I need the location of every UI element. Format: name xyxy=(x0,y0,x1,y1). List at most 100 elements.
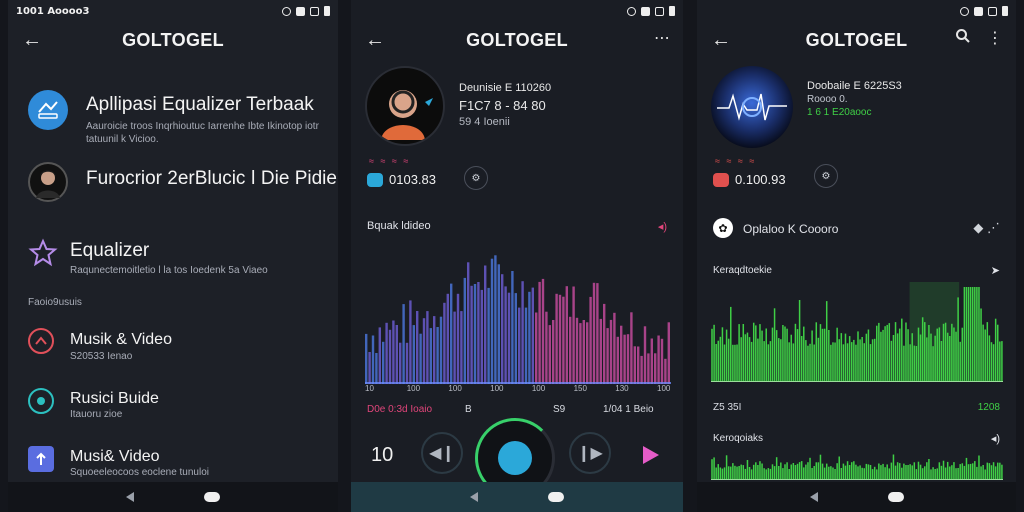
list-item-subtitle: Squoeeleocoos eoclene tunuloi xyxy=(70,467,209,478)
battery-icon xyxy=(669,6,675,16)
equalizer1-label: Keraqdtoekie xyxy=(713,265,772,276)
send-icon[interactable]: ➤ xyxy=(991,264,1000,277)
spectrum-bar xyxy=(399,342,402,384)
spectrum-bar xyxy=(416,311,419,384)
spectrum-bar xyxy=(596,283,599,384)
spectrum-bar xyxy=(436,327,439,384)
spectrum-bar xyxy=(412,325,415,384)
music-guide-icon xyxy=(28,388,54,414)
spectrum-bar xyxy=(565,286,568,384)
spectrum-bar xyxy=(375,353,378,384)
list-item-title[interactable]: Apllipasi Equalizer Terbaak xyxy=(86,94,314,116)
time-pill[interactable]: 0103.83 xyxy=(367,172,436,187)
spectrum-bar xyxy=(460,311,463,384)
list-item-title[interactable]: Rusici Buide xyxy=(70,390,159,408)
spectrum-bar xyxy=(419,333,422,384)
share-icon[interactable]: ◆ ⋰ xyxy=(973,220,1000,236)
spectrum-bar xyxy=(433,316,436,384)
time-value: 0103.83 xyxy=(389,172,436,187)
send-icon[interactable]: ◂) xyxy=(991,432,1000,445)
alarm-icon xyxy=(627,6,636,16)
sound-icon[interactable]: ◂) xyxy=(658,220,667,233)
spectrum-bar xyxy=(586,322,589,384)
album-art xyxy=(711,66,793,148)
signal-icon xyxy=(655,6,664,16)
option-label[interactable]: Oplaloo K Coooro xyxy=(743,222,838,236)
spectrum-bar xyxy=(616,336,619,384)
search-icon[interactable] xyxy=(952,28,974,50)
x-tick-label: 100 xyxy=(657,384,671,393)
settings-icon[interactable]: ⚙ xyxy=(814,164,838,188)
nav-back-icon[interactable] xyxy=(126,492,134,502)
spectrum-bar xyxy=(467,262,470,384)
bottom-mid2-label: S9 xyxy=(553,404,566,415)
play-icon[interactable] xyxy=(643,446,659,464)
app-title: GOLTOGEL xyxy=(122,30,224,50)
spectrum-bar xyxy=(426,311,429,384)
spectrum-bar xyxy=(470,285,473,384)
spectrum-bar xyxy=(633,346,636,384)
spectrum-bar xyxy=(456,293,460,384)
nav-home-icon[interactable] xyxy=(887,492,904,502)
spectrum-bar xyxy=(623,334,626,384)
nav-back-icon[interactable] xyxy=(809,492,818,502)
previous-button[interactable]: ◀❙ xyxy=(421,432,463,474)
equalizer-title[interactable]: Equalizer xyxy=(70,240,149,262)
alarm-icon xyxy=(960,6,969,16)
spectrum-bar xyxy=(446,293,449,384)
spectrum-bar xyxy=(599,318,602,384)
tag-strip: ≈ ≈ ≈ ≈ xyxy=(715,156,757,166)
spectrum-bar xyxy=(589,296,592,384)
spectrum-bar xyxy=(541,278,545,384)
wifi-icon xyxy=(974,6,983,16)
more-horiz-icon[interactable]: ⋯ xyxy=(651,28,673,50)
signal-icon xyxy=(988,6,997,16)
list-item-title[interactable]: Furocrior 2erBlucic ǀ Die Pidie xyxy=(86,168,337,190)
spectrum-bar xyxy=(392,320,395,384)
track-line-1: Doobaile E 6225S3 xyxy=(807,80,902,92)
spectrum-bar xyxy=(667,322,670,384)
track-line-2: Roooo 0. xyxy=(807,94,848,105)
app-bar: ← GOLTOGEL xyxy=(8,22,338,58)
row-left-label: Z5 35I xyxy=(713,402,742,413)
spectrum-bar xyxy=(429,328,432,384)
spectrum-bar xyxy=(603,303,606,384)
spectrum-bar xyxy=(582,320,585,384)
album-art xyxy=(365,66,445,146)
x-tick-label: 100 xyxy=(406,384,421,393)
spectrum-chart-1 xyxy=(711,282,1003,382)
nav-home-icon[interactable] xyxy=(204,492,220,502)
track-line-3: 1 6 1 E20aooc xyxy=(807,107,872,118)
timer-icon xyxy=(367,172,383,187)
alarm-icon xyxy=(282,6,291,16)
spectrum-bar xyxy=(579,323,582,384)
settings-icon[interactable]: ⚙ xyxy=(464,166,488,190)
spectrum-bar xyxy=(480,289,483,384)
more-vert-icon[interactable]: ⋮ xyxy=(984,28,1006,50)
spectrum-bar xyxy=(487,287,490,384)
list-item-title[interactable]: Musi& Video xyxy=(70,448,160,466)
spectrum-bar xyxy=(473,284,477,384)
time-pill[interactable]: 0.100.93 xyxy=(713,172,786,187)
next-button[interactable]: ❙▶ xyxy=(569,432,611,474)
upload-icon xyxy=(28,446,54,472)
spectrum-bar xyxy=(385,322,388,384)
spectrum-bar xyxy=(606,328,609,384)
x-tick-label: 10 xyxy=(365,384,374,393)
x-tick-label: 100 xyxy=(448,384,462,393)
list-item-title[interactable]: Musik & Video xyxy=(70,331,172,349)
x-tick-label: 100 xyxy=(490,384,504,393)
spectrum-bar xyxy=(477,282,480,384)
timer-icon xyxy=(713,172,729,187)
spectrum-bar xyxy=(422,318,426,384)
time-value: 0.100.93 xyxy=(735,172,786,187)
app-bar: ← GOLTOGEL ⋮ xyxy=(697,22,1016,58)
spectrum-bar xyxy=(572,286,575,384)
list-item-subtitle: Itauoru zioe xyxy=(70,409,123,420)
star-icon xyxy=(28,238,58,268)
nav-back-icon[interactable] xyxy=(470,492,478,502)
bottom-left-label: D0e 0:3d Ioaio xyxy=(367,404,433,415)
spectrum-bar xyxy=(545,311,548,384)
spectrum-bar xyxy=(647,353,650,384)
nav-home-icon[interactable] xyxy=(548,492,564,502)
